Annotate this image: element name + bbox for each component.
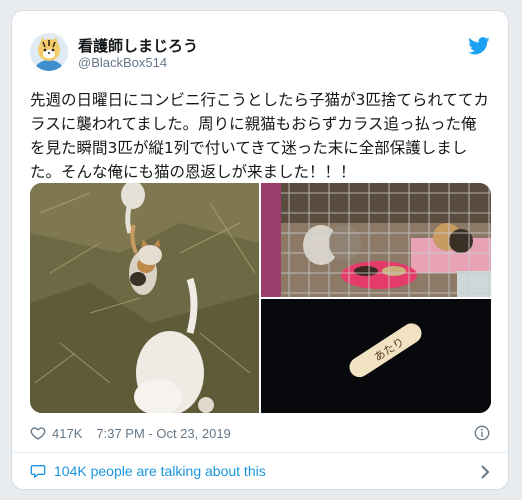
twitter-bird-icon[interactable] (468, 37, 490, 55)
photo-kittens-in-cage[interactable] (261, 183, 491, 297)
talking-link[interactable]: 104K people are talking about this (30, 463, 266, 479)
heart-icon[interactable] (30, 425, 46, 441)
media-grid: あたり (30, 183, 491, 413)
user-handle[interactable]: @BlackBox514 (78, 55, 167, 70)
talking-label: 104K people are talking about this (54, 463, 266, 479)
photo-kittens-walking[interactable] (30, 183, 259, 413)
avatar[interactable] (30, 33, 68, 71)
display-name[interactable]: 看護師しまじろう (78, 35, 198, 56)
tweet-text: 先週の日曜日にコンビニ行こうとしたら子猫が3匹捨てられててカラスに襲われてました… (30, 91, 489, 181)
divider (12, 452, 508, 453)
like-count[interactable]: 417K (52, 426, 82, 441)
photo-ice-cream-stick[interactable]: あたり (261, 299, 491, 413)
info-icon[interactable] (474, 425, 490, 441)
tweet-card: 看護師しまじろう @BlackBox514 先週の日曜日にコンビニ行こうとしたら… (11, 10, 509, 490)
timestamp[interactable]: 7:37 PM - Oct 23, 2019 (96, 426, 230, 441)
speech-bubble-icon (30, 465, 46, 479)
chevron-right-icon[interactable] (480, 464, 490, 480)
tweet-meta: 417K 7:37 PM - Oct 23, 2019 (30, 425, 231, 441)
